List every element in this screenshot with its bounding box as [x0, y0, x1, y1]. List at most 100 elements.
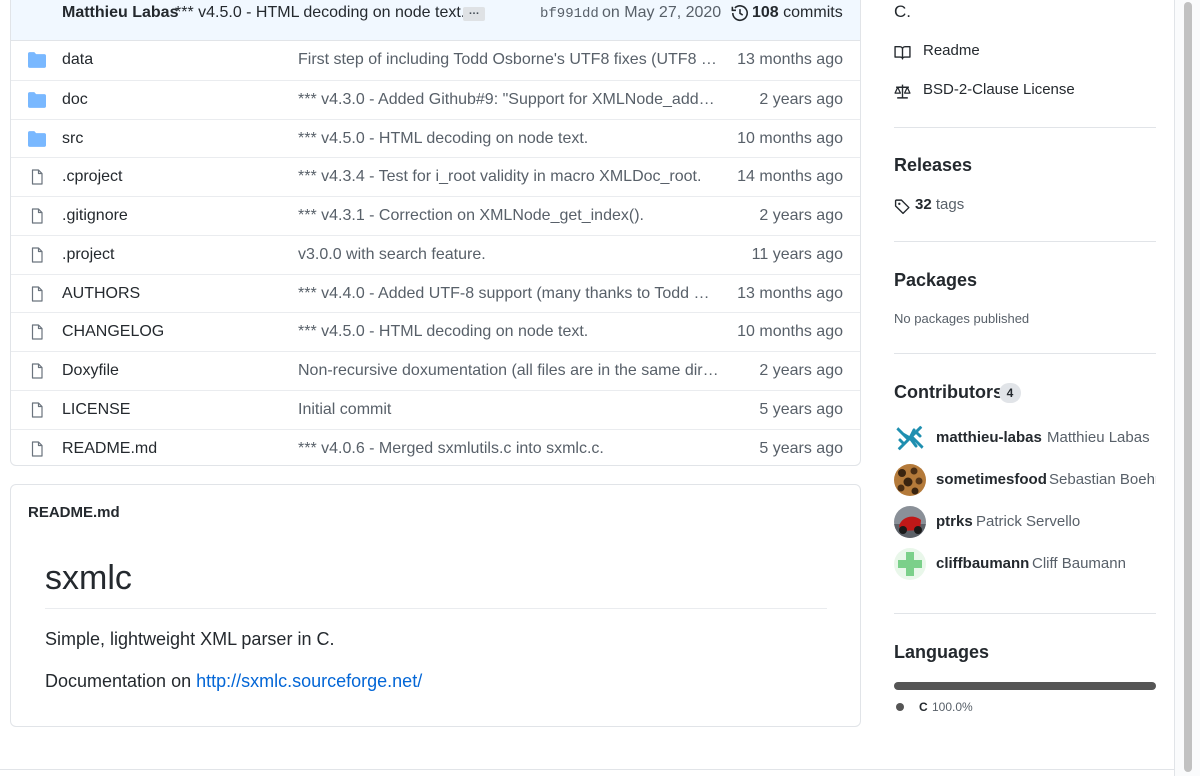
- readme-description: Simple, lightweight XML parser in C.: [45, 629, 335, 649]
- file-commit-message-link[interactable]: *** v4.3.4 - Test for i_root validity in…: [298, 168, 720, 186]
- file-rows: data First step of including Todd Osborne…: [11, 41, 860, 466]
- contributor-item[interactable]: sometimesfood Sebastian Boehm: [894, 464, 1156, 496]
- contributors-title-link[interactable]: Contributors: [894, 382, 1003, 403]
- license-link-label: BSD-2-Clause License: [923, 81, 1075, 98]
- sidebar-divider: [894, 127, 1156, 128]
- book-icon: [894, 45, 911, 60]
- readme-doc-prefix: Documentation on: [45, 671, 197, 691]
- file-icon: [31, 169, 43, 185]
- file-name-link[interactable]: README.md: [62, 440, 157, 458]
- file-row[interactable]: Doxyfile Non-recursive doxumentation (all…: [11, 351, 860, 390]
- file-commit-age: 5 years ago: [759, 400, 843, 418]
- packages-title-link[interactable]: Packages: [894, 270, 977, 291]
- contributor-login: matthieu-labas: [936, 429, 1042, 446]
- vertical-scrollbar[interactable]: [1174, 0, 1200, 776]
- file-commit-message-link[interactable]: *** v4.3.0 - Added Github#9: "Support fo…: [298, 91, 720, 109]
- scrollbar-thumb[interactable]: [1184, 2, 1192, 772]
- page-bottom-divider: [0, 769, 1174, 770]
- file-name-link[interactable]: .gitignore: [62, 207, 128, 225]
- file-commit-message-link[interactable]: Non-recursive doxumentation (all files a…: [298, 362, 720, 380]
- file-commit-age: 10 months ago: [737, 129, 843, 147]
- readme-divider: [45, 608, 827, 609]
- scale-icon: [894, 84, 911, 99]
- language-percent: 100.0%: [932, 700, 973, 714]
- tag-icon: [894, 199, 910, 215]
- avatar[interactable]: [894, 422, 926, 454]
- contributor-item[interactable]: cliffbaumann Cliff Baumann: [894, 548, 1156, 580]
- language-color-dot: [896, 703, 904, 711]
- readme-filename-link[interactable]: README.md: [28, 504, 120, 521]
- file-row[interactable]: data First step of including Todd Osborne…: [11, 41, 860, 80]
- file-name-link[interactable]: CHANGELOG: [62, 323, 164, 341]
- file-row[interactable]: .project v3.0.0 with search feature. 11 ye…: [11, 234, 860, 274]
- contributor-item[interactable]: matthieu-labas Matthieu Labas: [894, 422, 1156, 454]
- file-row[interactable]: doc *** v4.3.0 - Added Github#9: "Support…: [11, 79, 860, 119]
- file-commit-message-link[interactable]: Initial commit: [298, 401, 720, 419]
- file-commit-message-link[interactable]: *** v4.4.0 - Added UTF-8 support (many t…: [298, 285, 720, 303]
- avatar[interactable]: [894, 548, 926, 580]
- commits-count-link[interactable]: 108 commits: [752, 4, 843, 22]
- file-commit-message-link[interactable]: *** v4.0.6 - Merged sxmlutils.c into sxm…: [298, 440, 720, 458]
- file-commit-message-link[interactable]: First step of including Todd Osborne's U…: [298, 51, 720, 69]
- file-icon: [31, 324, 43, 340]
- file-commit-age: 10 months ago: [737, 323, 843, 341]
- history-icon[interactable]: [731, 4, 749, 22]
- avatar[interactable]: [894, 506, 926, 538]
- file-commit-age: 14 months ago: [737, 168, 843, 186]
- contributor-name: Matthieu Labas: [1047, 429, 1150, 446]
- readme-box: README.md sxmlc Simple, lightweight XML …: [10, 484, 861, 727]
- avatar[interactable]: [894, 464, 926, 496]
- commit-expand-button[interactable]: …: [463, 6, 485, 21]
- language-name: C: [919, 700, 928, 714]
- file-row[interactable]: src *** v4.5.0 - HTML decoding on node te…: [11, 118, 860, 158]
- releases-title-link[interactable]: Releases: [894, 155, 972, 176]
- contributor-name: Sebastian Boehm: [1049, 471, 1156, 488]
- contributors-count-badge: 4: [999, 383, 1021, 403]
- file-row[interactable]: CHANGELOG *** v4.5.0 - HTML decoding on n…: [11, 312, 860, 351]
- languages-title: Languages: [894, 642, 990, 662]
- file-name-link[interactable]: .project: [62, 246, 114, 264]
- documentation-link[interactable]: http://sxmlc.sourceforge.net/: [196, 671, 422, 691]
- language-bar: [894, 682, 1156, 690]
- commit-message-link[interactable]: *** v4.5.0 - HTML decoding on node text.: [175, 4, 465, 22]
- commit-sha-link[interactable]: bf991dd: [540, 6, 599, 22]
- readme-doc-line: Documentation on http://sxmlc.sourceforg…: [45, 671, 422, 692]
- file-name-link[interactable]: Doxyfile: [62, 362, 119, 380]
- file-row[interactable]: README.md *** v4.0.6 - Merged sxmlutils.c…: [11, 428, 860, 466]
- file-commit-age: 5 years ago: [759, 439, 843, 457]
- tags-count: 32: [915, 196, 932, 213]
- file-icon: [31, 247, 43, 263]
- file-name-link[interactable]: AUTHORS: [62, 285, 140, 303]
- file-commit-age: 13 months ago: [737, 284, 843, 302]
- contributor-name: Patrick Servello: [976, 513, 1081, 530]
- commit-author-link[interactable]: Matthieu Labas: [62, 4, 178, 22]
- file-commit-message-link[interactable]: *** v4.3.1 - Correction on XMLNode_get_i…: [298, 207, 720, 225]
- file-row[interactable]: .gitignore *** v4.3.1 - Correction on XML…: [11, 196, 860, 235]
- sidebar-divider: [894, 241, 1156, 242]
- file-commit-age: 2 years ago: [759, 90, 843, 108]
- sidebar-divider: [894, 613, 1156, 614]
- latest-commit-bar: Matthieu Labas *** v4.5.0 - HTML decodin…: [11, 0, 860, 41]
- file-name-link[interactable]: doc: [62, 91, 88, 109]
- file-name-link[interactable]: data: [62, 51, 93, 69]
- file-icon: [31, 402, 43, 418]
- contributor-item[interactable]: ptrks Patrick Servello: [894, 506, 1156, 538]
- file-row[interactable]: .cproject *** v4.3.4 - Test for i_root va…: [11, 157, 860, 196]
- contributor-name: Cliff Baumann: [1032, 555, 1126, 572]
- commits-count: 108: [752, 4, 779, 21]
- folder-icon: [28, 130, 46, 147]
- file-name-link[interactable]: .cproject: [62, 168, 122, 186]
- file-commit-age: 2 years ago: [759, 207, 843, 224]
- file-name-link[interactable]: LICENSE: [62, 401, 130, 419]
- file-name-link[interactable]: src: [62, 130, 83, 148]
- packages-empty-text: No packages published: [894, 311, 1030, 326]
- file-icon: [31, 285, 43, 302]
- file-commit-message-link[interactable]: v3.0.0 with search feature.: [298, 246, 720, 264]
- file-commit-message-link[interactable]: *** v4.5.0 - HTML decoding on node text.: [298, 130, 720, 148]
- file-row[interactable]: LICENSE Initial commit 5 years ago: [11, 389, 860, 429]
- file-commit-message-link[interactable]: *** v4.5.0 - HTML decoding on node text.: [298, 323, 720, 341]
- readme-heading: sxmlc: [45, 559, 132, 597]
- file-commit-age: 2 years ago: [759, 362, 843, 379]
- file-row[interactable]: AUTHORS *** v4.4.0 - Added UTF-8 support …: [11, 273, 860, 313]
- sidebar-divider: [894, 353, 1156, 354]
